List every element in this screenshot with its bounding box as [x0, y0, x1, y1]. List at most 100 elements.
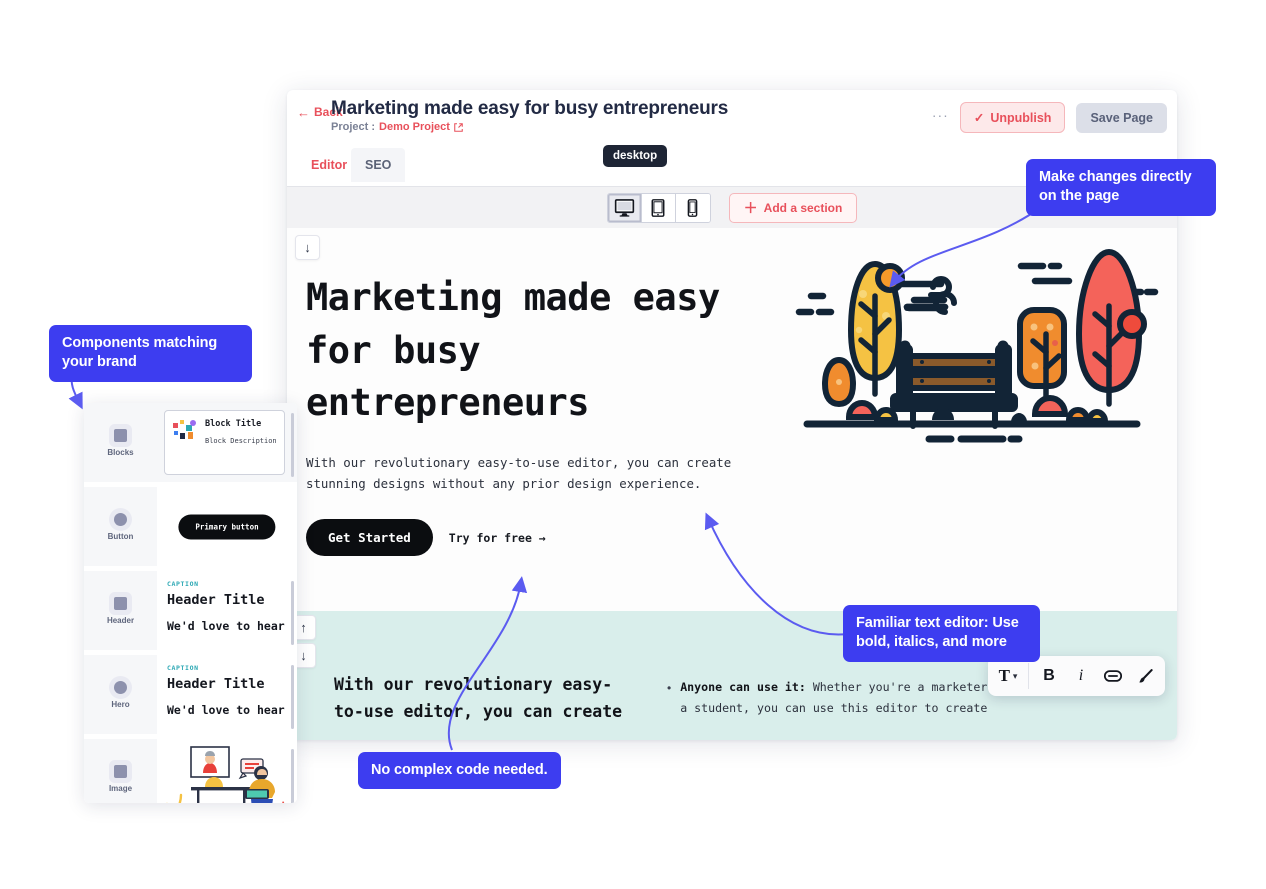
- hero-section[interactable]: ↓ Marketing made easy for busy entrepren…: [287, 228, 1177, 611]
- header-title-label: Header Title: [167, 592, 265, 608]
- hero-subtitle-label: We'd love to hear: [167, 703, 285, 717]
- link-icon: [1104, 670, 1122, 682]
- hero-heading[interactable]: Marketing made easy for busy entrepreneu…: [306, 272, 746, 430]
- unpublish-button[interactable]: ✓ Unpublish: [959, 102, 1066, 133]
- component-row-image[interactable]: Image: [84, 739, 297, 803]
- project-name-link[interactable]: Demo Project: [379, 121, 450, 133]
- block-thumbnail-icon: [172, 419, 198, 441]
- italic-button[interactable]: i: [1065, 657, 1097, 695]
- screenshot-root: ← Back Marketing made easy for busy entr…: [0, 0, 1266, 889]
- hero-paragraph[interactable]: With our revolutionary easy-to-use edito…: [306, 452, 776, 495]
- project-prefix-label: Project :: [331, 121, 376, 133]
- rich-text-format-toolbar: T ▾ B i: [988, 656, 1165, 696]
- component-row-label-area: Header: [84, 571, 157, 650]
- callout-familiar-editor: Familiar text editor: Use bold, italics,…: [843, 605, 1040, 662]
- try-for-free-link[interactable]: Try for free →: [449, 531, 546, 545]
- component-preview-button: Primary button: [157, 487, 297, 566]
- component-label: Image: [108, 783, 133, 793]
- lines-header-icon: [114, 596, 127, 610]
- component-preview-blocks: Block Title Block Description: [157, 403, 297, 482]
- caption-label: CAPTION: [167, 664, 199, 672]
- component-preview-header: CAPTION Header Title We'd love to hear: [157, 571, 297, 650]
- component-row-label-area: Blocks: [84, 403, 157, 482]
- header-actions: ··· ✓ Unpublish Save Page: [932, 102, 1167, 133]
- preview-scrollbar[interactable]: [291, 581, 294, 645]
- external-link-icon[interactable]: [454, 122, 463, 132]
- header-subtitle-label: We'd love to hear: [167, 619, 285, 633]
- bullet-bold-label: Anyone can use it:: [680, 680, 806, 694]
- move-section-down-button[interactable]: ↓: [295, 235, 320, 260]
- bullet-dot-icon: •: [667, 681, 672, 695]
- component-preview-hero: CAPTION Header Title We'd love to hear: [157, 655, 297, 734]
- link-button[interactable]: [1097, 657, 1129, 695]
- component-label: Hero: [111, 699, 130, 709]
- header-preview-text: CAPTION Header Title We'd love to hear: [167, 580, 285, 633]
- hero-icon: [114, 680, 127, 694]
- component-preview-image: [157, 739, 297, 803]
- preview-scrollbar[interactable]: [291, 665, 294, 729]
- save-page-button[interactable]: Save Page: [1076, 102, 1167, 133]
- features-section[interactable]: ↑ ↓ With our revolutionary easy-to-use e…: [287, 611, 1177, 740]
- chevron-down-icon: ▾: [1012, 670, 1018, 681]
- more-options-button[interactable]: ···: [932, 108, 949, 128]
- image-icon: [114, 764, 127, 778]
- tablet-view-button[interactable]: [641, 193, 676, 222]
- callout-components-brand: Components matching your brand: [49, 325, 252, 382]
- square-block-icon: [114, 428, 127, 442]
- block-description-label: Block Description: [205, 437, 277, 445]
- callout-no-code: No complex code needed.: [358, 752, 561, 790]
- plus-icon: ＋: [743, 199, 758, 216]
- tablet-icon: [651, 198, 665, 217]
- component-row-button[interactable]: Button Primary button: [84, 487, 297, 571]
- component-row-hero[interactable]: Hero CAPTION Header Title We'd love to h…: [84, 655, 297, 739]
- component-row-blocks[interactable]: Blocks Block Title Block Description: [84, 403, 297, 487]
- check-icon: ✓: [973, 111, 985, 125]
- features-left-text[interactable]: With our revolutionary easy-to-use edito…: [334, 671, 634, 726]
- add-section-button[interactable]: ＋ Add a section: [728, 192, 858, 223]
- unpublish-label: Unpublish: [990, 110, 1052, 125]
- arrow-left-icon: ←: [297, 104, 310, 120]
- text-style-glyph: T: [998, 666, 1010, 685]
- project-breadcrumb: Project : Demo Project: [331, 121, 463, 133]
- hero-cta-group: Get Started Try for free →: [306, 519, 1163, 557]
- component-row-label-area: Hero: [84, 655, 157, 734]
- page-title: Marketing made easy for busy entrepreneu…: [331, 98, 729, 119]
- block-card-preview: Block Title Block Description: [164, 410, 285, 475]
- caption-label: CAPTION: [167, 580, 199, 588]
- text-style-button[interactable]: T ▾: [992, 657, 1024, 695]
- hero-preview-text: CAPTION Header Title We'd love to hear: [167, 664, 285, 717]
- person-at-desk-video-call-illustration: [165, 743, 297, 803]
- device-switcher: [606, 192, 711, 223]
- callout-make-changes: Make changes directly on the page: [1026, 159, 1216, 216]
- component-label: Header: [106, 615, 135, 625]
- component-label: Button: [107, 531, 134, 541]
- preview-scrollbar[interactable]: [291, 413, 294, 477]
- toolbar-divider: [1028, 663, 1029, 689]
- mobile-view-button[interactable]: [675, 193, 710, 222]
- add-section-label: Add a section: [763, 200, 843, 215]
- component-label: Blocks: [107, 447, 134, 457]
- block-title-label: Block Title: [205, 419, 262, 429]
- monitor-icon: [614, 198, 634, 217]
- page-canvas: ↓ Marketing made easy for busy entrepren…: [287, 228, 1177, 740]
- italic-glyph: i: [1078, 667, 1084, 684]
- bold-glyph: B: [1043, 667, 1055, 684]
- tab-seo[interactable]: SEO: [351, 148, 406, 182]
- circle-button-icon: [114, 512, 127, 526]
- mobile-icon: [687, 198, 698, 217]
- desktop-tooltip: desktop: [603, 145, 668, 167]
- highlight-button[interactable]: [1129, 657, 1161, 695]
- bold-button[interactable]: B: [1033, 657, 1065, 695]
- editor-header: ← Back Marketing made easy for busy entr…: [287, 90, 1177, 146]
- park-bench-autumn-trees-illustration: [789, 234, 1169, 449]
- highlighter-icon: [1138, 668, 1153, 683]
- component-row-header[interactable]: Header CAPTION Header Title We'd love to…: [84, 571, 297, 655]
- hero-title-label: Header Title: [167, 676, 265, 692]
- preview-scrollbar[interactable]: [291, 749, 294, 803]
- primary-button-preview: Primary button: [178, 514, 276, 539]
- component-row-label-area: Button: [84, 487, 157, 566]
- components-panel: Blocks Block Title Block Description But…: [84, 403, 297, 803]
- desktop-view-button[interactable]: [607, 193, 642, 222]
- get-started-button[interactable]: Get Started: [306, 519, 433, 557]
- component-row-label-area: Image: [84, 739, 157, 803]
